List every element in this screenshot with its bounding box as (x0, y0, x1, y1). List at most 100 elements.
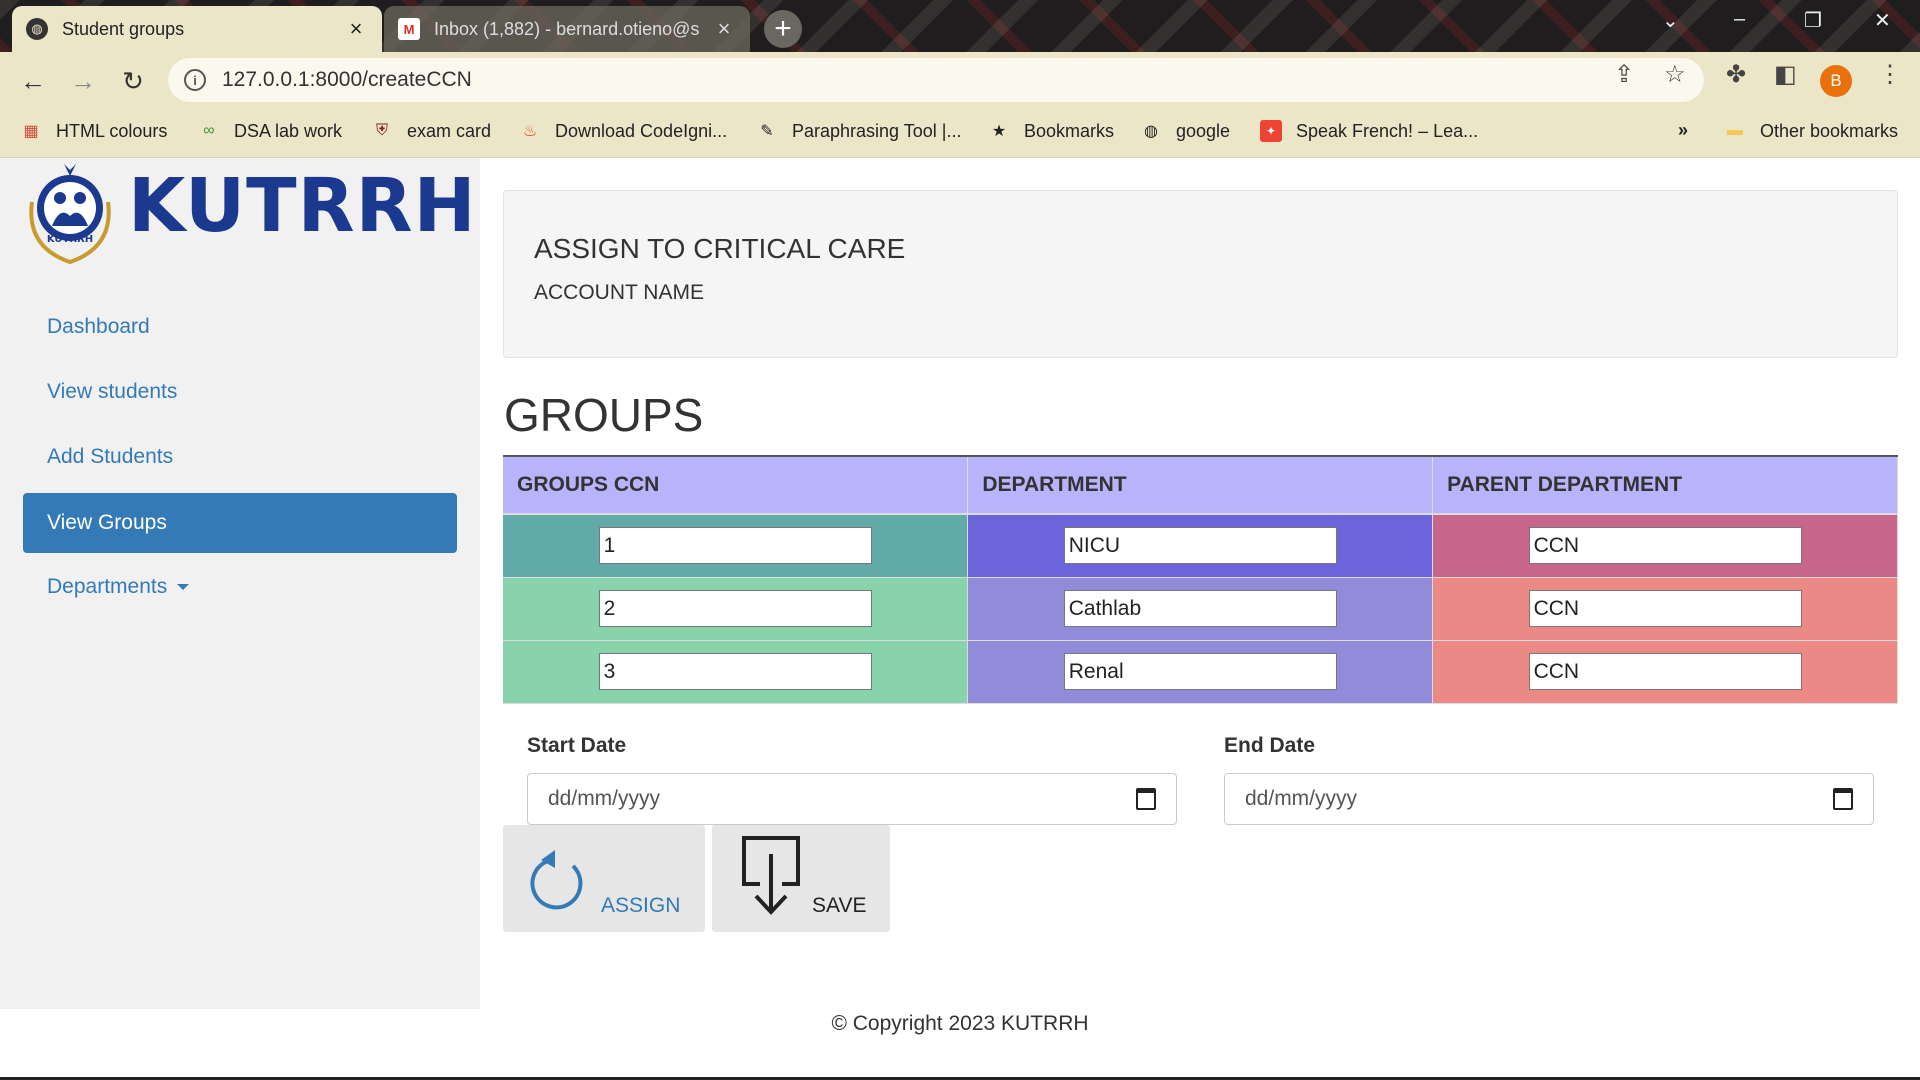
info-icon[interactable]: i (184, 69, 206, 91)
browser-toolbar: ← → ↻ i 127.0.0.1:8000/createCCN ⇪ ☆ ✤ ◧… (0, 52, 1920, 108)
department-cell (967, 640, 1434, 704)
bookmark-item[interactable]: ▦ HTML colours (20, 120, 167, 142)
parent-department-cell (1432, 514, 1898, 578)
calendar-icon[interactable] (1136, 788, 1156, 810)
groups-table: GROUPS CCN DEPARTMENT PARENT DEPARTMENT (503, 455, 1898, 704)
bookmark-item[interactable]: ∞ DSA lab work (198, 120, 342, 142)
start-date-input[interactable]: dd/mm/yyyy (527, 773, 1177, 825)
ccn-input[interactable] (598, 653, 872, 690)
grid-icon: ▦ (23, 123, 39, 140)
ccn-cell (503, 640, 969, 704)
globe-icon: ◍ (26, 18, 48, 40)
tab-title: Student groups (62, 18, 185, 39)
share-icon[interactable]: ⇪ (1614, 60, 1634, 89)
footer: © Copyright 2023 KUTRRH (0, 1009, 1920, 1069)
save-label: SAVE (812, 894, 867, 917)
refresh-icon (530, 850, 583, 910)
bookmark-item[interactable]: ✎ Paraphrasing Tool |... (756, 120, 961, 142)
crest-icon: ⛨ (375, 122, 388, 139)
bookmark-item[interactable]: ◍ google (1140, 120, 1230, 142)
reload-icon[interactable]: ↻ (114, 62, 152, 100)
copyright-text: © Copyright 2023 KUTRRH (831, 1012, 1089, 1035)
download-icon (742, 836, 800, 915)
ccn-input[interactable] (598, 590, 872, 627)
sidebar-item-add-students[interactable]: Add Students (23, 427, 457, 487)
bookmark-item[interactable]: ★ Bookmarks (988, 120, 1114, 142)
menu-icon[interactable]: ⋮ (1878, 60, 1902, 89)
brand-name: KUTRRH (128, 163, 477, 249)
tab-title: Inbox (1,882) - bernard.otieno@s (434, 18, 700, 39)
parent-department-cell (1432, 577, 1898, 641)
restore-icon[interactable]: ❐ (1804, 8, 1822, 33)
url-text: 127.0.0.1:8000/createCCN (222, 68, 472, 91)
caret-down-icon (177, 584, 190, 590)
forward-icon[interactable]: → (64, 62, 102, 100)
department-input[interactable] (1063, 653, 1337, 690)
tab-student-groups[interactable]: ◍ Student groups × (12, 6, 382, 52)
sidebar-item-departments[interactable]: Departments (23, 557, 457, 617)
table-row (503, 577, 1898, 641)
date-placeholder: dd/mm/yyyy (548, 787, 661, 810)
tab-inbox[interactable]: M Inbox (1,882) - bernard.otieno@s × (384, 6, 750, 52)
other-bookmarks[interactable]: ▬ Other bookmarks (1724, 120, 1898, 142)
star-icon: ★ (991, 123, 1007, 140)
globe-icon: ◍ (1144, 123, 1158, 140)
brand-logo[interactable]: KUTRRH KUTRRH (22, 162, 477, 270)
end-date-input[interactable]: dd/mm/yyyy (1224, 773, 1874, 825)
account-name-label: ACCOUNT NAME (534, 281, 704, 304)
close-icon[interactable]: × (344, 16, 368, 42)
side-panel-icon[interactable]: ◧ (1774, 60, 1797, 89)
table-row (503, 640, 1898, 704)
bookmark-item[interactable]: ♨ Download CodeIgni... (519, 120, 727, 142)
sidebar-item-dashboard[interactable]: Dashboard (23, 297, 457, 357)
table-header-row: GROUPS CCN DEPARTMENT PARENT DEPARTMENT (503, 456, 1898, 515)
sidebar-item-label: Departments (47, 575, 168, 598)
feather-icon: ✎ (760, 123, 774, 140)
ccn-input[interactable] (598, 527, 872, 565)
close-icon[interactable]: × (712, 16, 736, 42)
star-icon[interactable]: ☆ (1664, 60, 1686, 89)
bookmark-item[interactable]: ✦ Speak French! – Lea... (1260, 120, 1478, 142)
panel-heading: ASSIGN TO CRITICAL CARE (534, 233, 906, 264)
column-header: PARENT DEPARTMENT (1432, 456, 1898, 515)
window-close-icon[interactable]: ✕ (1874, 8, 1891, 33)
department-cell (967, 514, 1434, 578)
assign-panel: ASSIGN TO CRITICAL CARE ACCOUNT NAME (503, 190, 1898, 358)
assign-button[interactable]: ASSIGN (503, 825, 705, 932)
back-icon[interactable]: ← (14, 62, 52, 100)
new-tab-button[interactable]: + (764, 10, 802, 48)
page-title: GROUPS (504, 389, 704, 441)
sidebar-item-view-students[interactable]: View students (23, 362, 457, 422)
date-placeholder: dd/mm/yyyy (1245, 787, 1358, 810)
ccn-cell (503, 514, 969, 578)
department-cell (967, 577, 1434, 641)
parent-department-cell (1432, 640, 1898, 704)
more-bookmarks-button[interactable]: » (1678, 120, 1688, 141)
calendar-icon[interactable] (1833, 788, 1853, 810)
parent-department-input[interactable] (1528, 527, 1802, 565)
bookmark-item[interactable]: ⛨ exam card (371, 120, 491, 142)
extensions-icon[interactable]: ✤ (1726, 60, 1746, 89)
sidebar-item-view-groups[interactable]: View Groups (23, 493, 457, 553)
profile-avatar[interactable]: B (1820, 65, 1852, 97)
link-icon: ∞ (203, 122, 215, 139)
column-header: DEPARTMENT (967, 456, 1434, 515)
department-input[interactable] (1063, 527, 1337, 565)
parent-department-input[interactable] (1528, 653, 1802, 690)
table-row (503, 514, 1898, 578)
tab-strip: ◍ Student groups × M Inbox (1,882) - ber… (0, 0, 1920, 52)
minimize-icon[interactable]: – (1734, 8, 1745, 31)
parent-department-input[interactable] (1528, 590, 1802, 627)
assign-label: ASSIGN (601, 894, 681, 917)
bookmarks-bar: ▦ HTML colours ∞ DSA lab work ⛨ exam car… (0, 108, 1920, 158)
folder-icon: ▬ (1727, 122, 1743, 139)
flame-icon: ♨ (522, 123, 538, 140)
address-bar[interactable]: i 127.0.0.1:8000/createCCN (168, 58, 1704, 102)
chevron-down-icon[interactable]: ⌄ (1662, 8, 1679, 33)
start-date-label: Start Date (527, 734, 627, 757)
end-date-label: End Date (1224, 734, 1316, 757)
save-button[interactable]: SAVE (712, 825, 890, 932)
column-header: GROUPS CCN (503, 456, 969, 515)
ccn-cell (503, 577, 969, 641)
department-input[interactable] (1063, 590, 1337, 627)
